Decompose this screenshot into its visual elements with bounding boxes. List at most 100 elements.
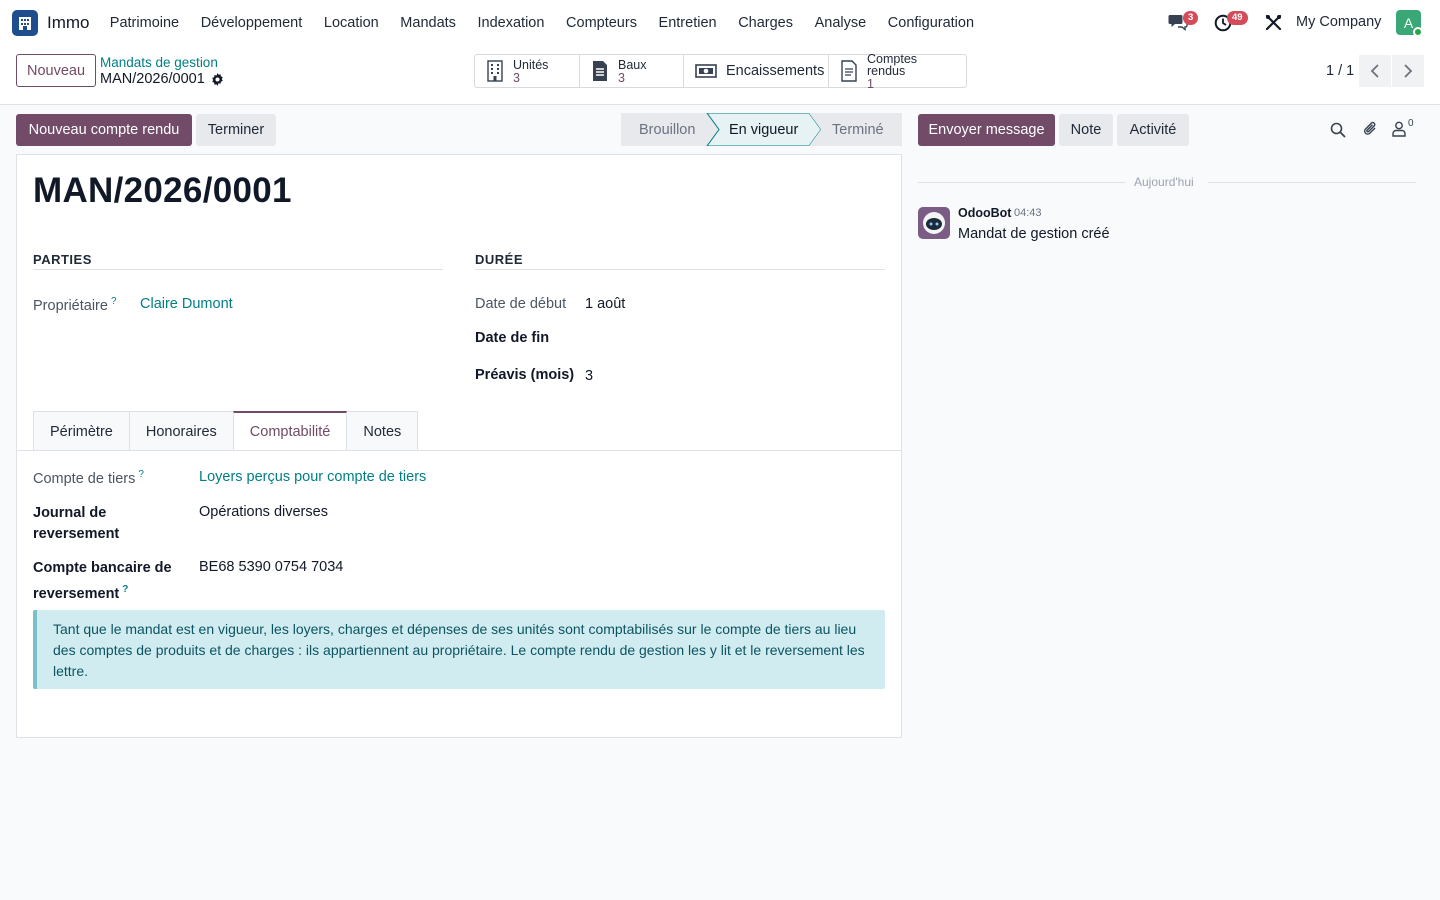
menu-item-compteurs[interactable]: Compteurs xyxy=(555,15,648,31)
status-step-done[interactable]: Terminé xyxy=(832,113,884,146)
debug-tools-button[interactable] xyxy=(1265,14,1282,34)
record-title[interactable]: MAN/2026/0001 xyxy=(33,171,292,211)
third-party-account-label-text: Compte de tiers xyxy=(33,470,136,487)
menu-item-indexation[interactable]: Indexation xyxy=(467,15,556,31)
report-icon xyxy=(840,60,858,82)
pager-value[interactable]: 1 / 1 xyxy=(1326,63,1354,79)
stat-button-reports[interactable]: Comptes rendus 1 xyxy=(829,51,966,91)
app-name[interactable]: Immo xyxy=(47,13,90,33)
menu-item-analyse[interactable]: Analyse xyxy=(804,15,877,31)
stat-value: 1 xyxy=(867,76,874,91)
message-time: 04:43 xyxy=(1014,207,1042,219)
robot-icon xyxy=(923,212,945,234)
menu-item-entretien[interactable]: Entretien xyxy=(648,15,728,31)
app-icon[interactable] xyxy=(12,10,38,36)
form-sheet: MAN/2026/0001 PARTIES DURÉE Propriétaire… xyxy=(16,154,902,738)
presence-dot xyxy=(1413,27,1423,37)
stat-label: Unités xyxy=(513,57,549,72)
menu-item-patrimoine[interactable]: Patrimoine xyxy=(99,15,190,31)
transfer-bank-field[interactable]: BE68 5390 0754 7034 xyxy=(199,559,343,575)
user-icon xyxy=(1392,121,1406,137)
building-icon xyxy=(486,60,504,82)
send-message-button[interactable]: Envoyer message xyxy=(918,114,1055,146)
tab-notes[interactable]: Notes xyxy=(346,411,419,451)
search-messages-button[interactable] xyxy=(1330,122,1346,141)
status-step-active[interactable]: En vigueur xyxy=(729,113,798,146)
company-switcher[interactable]: My Company xyxy=(1296,14,1381,30)
start-date-label: Date de début xyxy=(475,296,567,312)
transfer-journal-label-line1: Journal de xyxy=(33,505,107,521)
chevron-left-icon xyxy=(1370,64,1379,78)
end-date-label: Date de fin xyxy=(475,330,550,346)
help-tooltip-icon[interactable]: ? xyxy=(138,469,144,480)
stat-value: 3 xyxy=(513,70,520,85)
info-alert: Tant que le mandat est en vigueur, les l… xyxy=(33,610,885,689)
stat-button-payments[interactable]: Encaissements xyxy=(684,55,829,87)
menu-item-configuration[interactable]: Configuration xyxy=(877,15,985,31)
stat-label: Encaissements xyxy=(726,63,825,79)
control-panel: Nouveau Mandats de gestion MAN/2026/0001… xyxy=(0,46,1440,105)
stat-label: Baux xyxy=(618,57,647,72)
menu-item-charges[interactable]: Charges xyxy=(727,15,803,31)
followers-count: 0 xyxy=(1408,118,1414,129)
activities-badge: 49 xyxy=(1227,11,1248,25)
third-party-account-label: Compte de tiers? xyxy=(33,469,144,487)
date-divider-left xyxy=(918,182,1126,183)
pager-next-button[interactable] xyxy=(1392,55,1424,87)
third-party-account-field[interactable]: Loyers perçus pour compte de tiers xyxy=(199,469,426,485)
tools-icon xyxy=(1265,14,1282,31)
breadcrumb-parent[interactable]: Mandats de gestion xyxy=(100,55,218,70)
status-bar: Brouillon En vigueur Terminé xyxy=(621,113,902,146)
breadcrumb-current-label: MAN/2026/0001 xyxy=(100,71,205,87)
attachments-button[interactable] xyxy=(1362,120,1378,141)
date-divider-right xyxy=(1208,182,1416,183)
date-divider-label: Aujourd'hui xyxy=(1134,175,1194,189)
transfer-journal-label-line2: reversement xyxy=(33,526,120,542)
notice-label: Préavis (mois) xyxy=(475,367,575,383)
new-report-button[interactable]: Nouveau compte rendu xyxy=(16,114,192,146)
building-icon xyxy=(19,17,31,30)
owner-label-text: Propriétaire xyxy=(33,297,108,314)
start-date-field[interactable]: 1 août xyxy=(585,296,625,312)
stat-value: 3 xyxy=(618,70,625,85)
stat-label: Comptes rendus xyxy=(867,51,918,78)
main-menu: Patrimoine Développement Location Mandat… xyxy=(99,0,985,46)
message-author[interactable]: OdooBot xyxy=(958,206,1011,220)
log-note-button[interactable]: Note xyxy=(1059,114,1113,146)
tab-comptabilite[interactable]: Comptabilité xyxy=(232,411,348,452)
stat-button-units[interactable]: Unités 3 xyxy=(475,55,580,87)
transfer-bank-label-line2: reversement xyxy=(33,585,120,602)
help-tooltip-icon[interactable]: ? xyxy=(122,584,128,595)
end-date-field[interactable] xyxy=(585,330,885,350)
notebook-tabs: Périmètre Honoraires Comptabilité Notes xyxy=(33,411,419,452)
search-icon xyxy=(1330,122,1346,138)
message-body: Mandat de gestion créé xyxy=(958,226,1110,242)
transfer-journal-field[interactable]: Opérations diverses xyxy=(199,504,328,520)
followers-button[interactable] xyxy=(1392,121,1406,140)
finish-button[interactable]: Terminer xyxy=(196,114,276,146)
tab-divider xyxy=(17,450,901,451)
section-divider xyxy=(475,269,885,270)
paperclip-icon xyxy=(1364,121,1376,135)
help-tooltip-icon[interactable]: ? xyxy=(111,296,117,307)
new-button[interactable]: Nouveau xyxy=(16,54,97,87)
duration-heading: DURÉE xyxy=(475,252,524,267)
menu-item-location[interactable]: Location xyxy=(313,15,389,31)
document-icon xyxy=(591,60,609,82)
menu-item-developpement[interactable]: Développement xyxy=(190,15,313,31)
smart-buttons: Unités 3 Baux 3 Encaissements Comptes re… xyxy=(474,51,967,91)
gear-icon[interactable] xyxy=(211,72,224,86)
status-step-draft[interactable]: Brouillon xyxy=(639,113,695,146)
menu-item-mandats[interactable]: Mandats xyxy=(390,15,467,31)
parties-heading: PARTIES xyxy=(33,252,92,267)
pager-previous-button[interactable] xyxy=(1359,55,1391,87)
stat-button-leases[interactable]: Baux 3 xyxy=(580,55,684,87)
breadcrumb-current: MAN/2026/0001 xyxy=(100,71,224,87)
tab-perimetre[interactable]: Périmètre xyxy=(33,411,130,451)
activity-button[interactable]: Activité xyxy=(1117,114,1189,146)
tab-honoraires[interactable]: Honoraires xyxy=(128,411,234,451)
top-navbar: Immo Patrimoine Développement Location M… xyxy=(0,0,1440,46)
money-icon xyxy=(695,63,717,79)
notice-field[interactable]: 3 xyxy=(585,368,593,384)
owner-field[interactable]: Claire Dumont xyxy=(140,296,233,312)
